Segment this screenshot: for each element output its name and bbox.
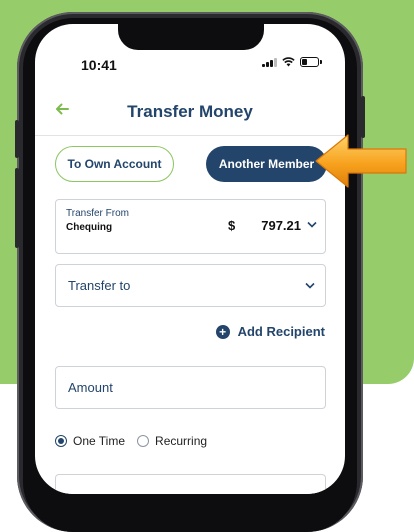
radio-one-time[interactable]: One Time	[55, 434, 125, 448]
amount-input[interactable]: Amount	[55, 366, 326, 409]
phone-screen: 10:41 Transfer Money To Own Account Anot…	[35, 24, 345, 494]
signal-icon	[262, 57, 277, 67]
plus-circle-icon: +	[215, 324, 230, 339]
add-recipient-label: Add Recipient	[237, 324, 325, 339]
transfer-from-label: Transfer From	[66, 208, 129, 219]
pointer-arrow-icon	[315, 134, 407, 188]
radio-recurring-label: Recurring	[155, 434, 208, 448]
amount-placeholder: Amount	[68, 380, 113, 395]
radio-selected-icon	[55, 435, 67, 447]
transfer-from-account: Chequing	[66, 222, 113, 233]
notch	[118, 24, 264, 50]
volume-down-button	[15, 168, 19, 248]
next-field[interactable]	[55, 474, 326, 494]
radio-recurring[interactable]: Recurring	[137, 434, 207, 448]
transfer-from-select[interactable]: Transfer From Chequing $ 797.21	[55, 199, 326, 254]
transfer-to-select[interactable]: Transfer to	[55, 264, 326, 307]
battery-icon	[300, 57, 322, 67]
radio-unselected-icon	[137, 435, 150, 447]
status-icons	[262, 57, 322, 67]
status-time: 10:41	[81, 57, 117, 73]
header-divider	[35, 135, 345, 136]
wifi-icon	[282, 57, 295, 67]
radio-one-time-label: One Time	[73, 434, 126, 448]
page-title: Transfer Money	[127, 102, 253, 121]
app-header: Transfer Money	[35, 94, 345, 136]
volume-up-button	[15, 120, 19, 158]
chevron-down-icon	[307, 221, 317, 228]
add-recipient-button[interactable]: + Add Recipient	[215, 324, 325, 339]
to-own-account-button[interactable]: To Own Account	[55, 146, 174, 182]
frequency-radio-group: One Time Recurring	[55, 434, 207, 448]
another-member-button[interactable]: Another Member	[206, 146, 327, 182]
currency-symbol: $	[228, 218, 236, 233]
transfer-to-placeholder: Transfer to	[68, 278, 131, 293]
account-balance: 797.21	[261, 218, 301, 233]
chevron-down-icon	[305, 282, 315, 289]
